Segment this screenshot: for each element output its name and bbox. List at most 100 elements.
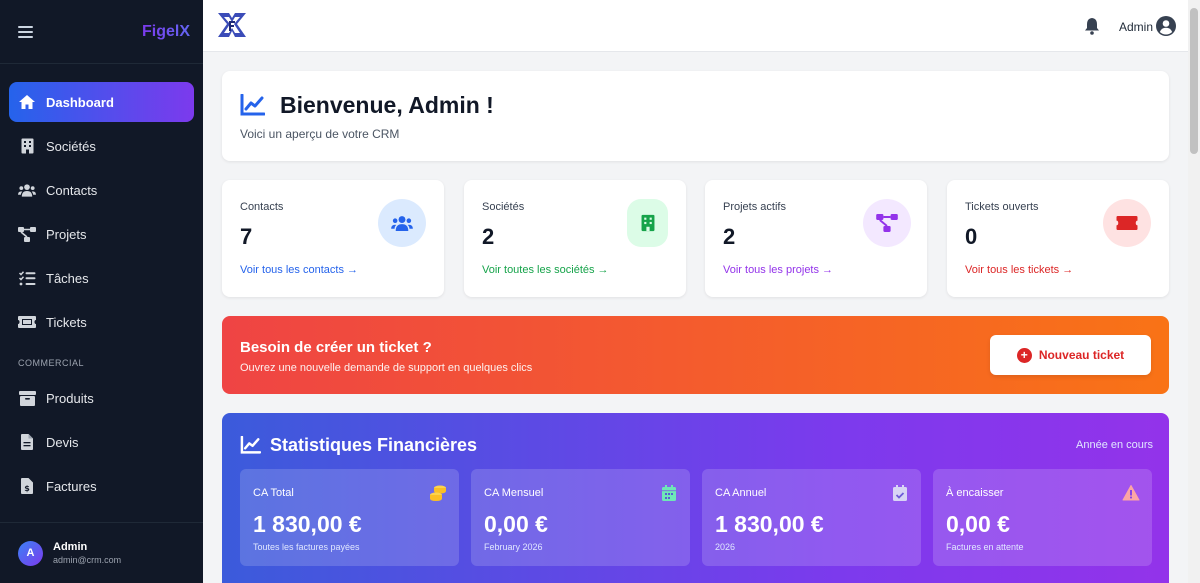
stat-label: Tickets ouverts bbox=[965, 201, 1039, 213]
ticket-icon bbox=[18, 313, 36, 331]
welcome-card: Bienvenue, Admin ! Voici un aperçu de vo… bbox=[222, 71, 1169, 161]
fin-card-subtitle: Factures en attente bbox=[946, 542, 1024, 552]
notification-bell-icon[interactable] bbox=[1084, 17, 1100, 35]
fin-card-subtitle: Toutes les factures payées bbox=[253, 542, 360, 552]
project-diagram-icon bbox=[18, 225, 36, 243]
fin-card-ca-annuel: CA Annuel 1 830,00 € 2026 bbox=[702, 469, 921, 566]
banner-subtitle: Ouvrez une nouvelle demande de support e… bbox=[240, 362, 533, 374]
invoice-icon: $ bbox=[18, 477, 36, 495]
fin-card-label: À encaisser bbox=[946, 487, 1004, 499]
calendar-check-icon bbox=[893, 485, 907, 501]
sidebar-item-label: Contacts bbox=[46, 182, 98, 198]
sidebar-item-label: Factures bbox=[46, 478, 97, 494]
stat-link[interactable]: Voir tous les contacts → bbox=[240, 264, 358, 276]
topbar: Admin bbox=[203, 0, 1188, 52]
scrollbar-thumb[interactable] bbox=[1190, 8, 1198, 154]
fin-card-subtitle: 2026 bbox=[715, 542, 736, 552]
fin-card-value: 1 830,00 € bbox=[253, 511, 362, 537]
sidebar-item-factures[interactable]: $ Factures bbox=[9, 466, 194, 506]
users-icon bbox=[18, 181, 36, 199]
fin-card-value: 1 830,00 € bbox=[715, 511, 824, 537]
page-scrollbar[interactable] bbox=[1188, 0, 1200, 583]
sidebar-item-produits[interactable]: Produits bbox=[9, 378, 194, 418]
sidebar-item-tickets[interactable]: Tickets bbox=[9, 302, 194, 342]
home-icon bbox=[18, 93, 36, 111]
topbar-user-label[interactable]: Admin bbox=[1119, 20, 1153, 34]
warning-icon bbox=[1122, 485, 1140, 501]
calendar-icon bbox=[662, 485, 676, 501]
sidebar-item-projets[interactable]: Projets bbox=[9, 214, 194, 254]
sidebar-header: FigelX bbox=[0, 0, 203, 64]
sidebar-item-dashboard[interactable]: Dashboard bbox=[9, 82, 194, 122]
sidebar-item-label: Produits bbox=[46, 390, 94, 406]
sidebar-nav: Dashboard Sociétés Contacts Projets Tâch… bbox=[0, 64, 203, 506]
stat-link[interactable]: Voir toutes les sociétés → bbox=[482, 264, 609, 276]
sidebar-item-label: Devis bbox=[46, 434, 79, 450]
browser-frame: FigelX Dashboard Sociétés Contacts Proje… bbox=[0, 0, 1200, 583]
sidebar-item-societes[interactable]: Sociétés bbox=[9, 126, 194, 166]
fin-card-subtitle: February 2026 bbox=[484, 542, 543, 552]
stat-label: Contacts bbox=[240, 201, 284, 213]
sidebar-item-label: Tickets bbox=[46, 314, 87, 330]
avatar: A bbox=[18, 540, 43, 566]
stat-value: 2 bbox=[482, 224, 495, 249]
sidebar-item-label: Dashboard bbox=[46, 94, 114, 110]
sidebar-item-label: Sociétés bbox=[46, 138, 96, 154]
stat-card-projets[interactable]: Projets actifs 2 Voir tous les projets → bbox=[705, 180, 927, 297]
user-name: Admin bbox=[53, 541, 88, 553]
project-diagram-icon bbox=[863, 199, 911, 247]
new-ticket-button[interactable]: + Nouveau ticket bbox=[990, 335, 1151, 375]
fin-card-ca-total: CA Total 1 830,00 € Toutes les factures … bbox=[240, 469, 459, 566]
financial-stats-panel: Statistiques Financières Année en cours … bbox=[222, 413, 1169, 583]
users-icon bbox=[378, 199, 426, 247]
sidebar-item-label: Tâches bbox=[46, 270, 89, 286]
stat-label: Projets actifs bbox=[723, 201, 786, 213]
sidebar-item-contacts[interactable]: Contacts bbox=[9, 170, 194, 210]
fin-card-label: CA Mensuel bbox=[484, 487, 544, 499]
ticket-icon bbox=[1103, 199, 1151, 247]
chart-line-icon bbox=[240, 436, 261, 454]
main-content: Admin Bienvenue, Admin ! Voici un aperçu… bbox=[203, 0, 1188, 583]
page-title: Bienvenue, Admin ! bbox=[280, 92, 494, 118]
sidebar: FigelX Dashboard Sociétés Contacts Proje… bbox=[0, 0, 203, 583]
svg-text:$: $ bbox=[24, 484, 30, 493]
sidebar-item-taches[interactable]: Tâches bbox=[9, 258, 194, 298]
app-logo-icon[interactable] bbox=[215, 9, 249, 43]
brand-name[interactable]: FigelX bbox=[142, 23, 190, 41]
financial-period: Année en cours bbox=[1076, 439, 1154, 451]
coins-icon bbox=[430, 485, 446, 501]
financial-stats-title: Statistiques Financières bbox=[270, 435, 478, 455]
new-ticket-button-label: Nouveau ticket bbox=[1038, 348, 1125, 362]
fin-card-a-encaisser: À encaisser 0,00 € Factures en attente bbox=[933, 469, 1152, 566]
stat-value: 0 bbox=[965, 224, 978, 249]
stat-value: 7 bbox=[240, 224, 253, 249]
fin-card-value: 0,00 € bbox=[946, 511, 1010, 537]
stat-value: 2 bbox=[723, 224, 736, 249]
stat-link[interactable]: Voir tous les tickets → bbox=[965, 264, 1073, 276]
sidebar-item-devis[interactable]: Devis bbox=[9, 422, 194, 462]
sidebar-item-label: Projets bbox=[46, 226, 87, 242]
stat-card-contacts[interactable]: Contacts 7 Voir tous les contacts → bbox=[222, 180, 444, 297]
user-circle-icon[interactable] bbox=[1156, 16, 1176, 36]
ticket-cta-banner: Besoin de créer un ticket ? Ouvrez une n… bbox=[222, 316, 1169, 394]
chart-line-icon bbox=[240, 94, 265, 116]
page-subtitle: Voici un aperçu de votre CRM bbox=[240, 127, 400, 141]
box-icon bbox=[18, 389, 36, 407]
menu-toggle-icon[interactable] bbox=[18, 25, 33, 38]
stat-link[interactable]: Voir tous les projets → bbox=[723, 264, 833, 276]
sidebar-user[interactable]: A Admin admin@crm.com bbox=[0, 522, 203, 583]
banner-title: Besoin de créer un ticket ? bbox=[240, 339, 432, 356]
fin-card-label: CA Annuel bbox=[715, 487, 767, 499]
stat-card-tickets[interactable]: Tickets ouverts 0 Voir tous les tickets … bbox=[947, 180, 1169, 297]
sidebar-section-commercial: COMMERCIAL bbox=[18, 358, 85, 368]
file-icon bbox=[18, 433, 36, 451]
plus-circle-icon: + bbox=[1016, 347, 1032, 363]
fin-card-ca-mensuel: CA Mensuel 0,00 € February 2026 bbox=[471, 469, 690, 566]
fin-card-value: 0,00 € bbox=[484, 511, 548, 537]
user-email: admin@crm.com bbox=[53, 555, 122, 565]
fin-card-label: CA Total bbox=[253, 487, 294, 499]
building-icon bbox=[627, 199, 668, 247]
stat-card-societes[interactable]: Sociétés 2 Voir toutes les sociétés → bbox=[464, 180, 686, 297]
stat-label: Sociétés bbox=[482, 201, 525, 213]
tasks-icon bbox=[18, 269, 36, 287]
